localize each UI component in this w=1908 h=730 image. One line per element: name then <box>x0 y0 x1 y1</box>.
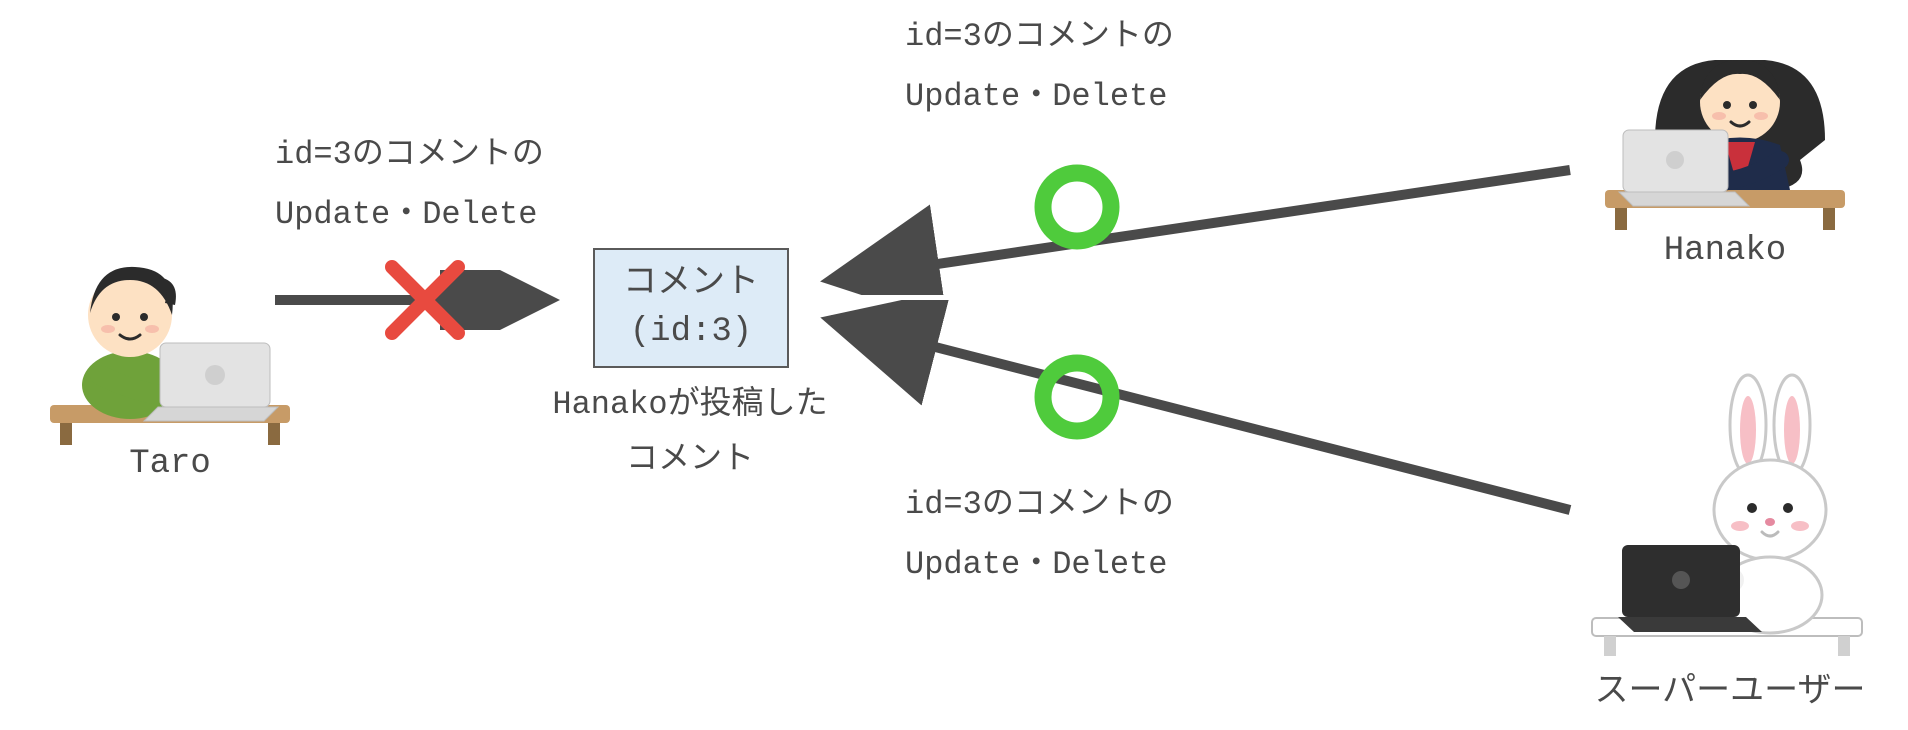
actor-superuser <box>1582 370 1872 660</box>
hanako-action-line2: Update・Delete <box>905 72 1167 122</box>
hanako-action-line1: id=3のコメントの <box>905 12 1174 62</box>
taro-action-line2: Update・Delete <box>275 190 537 240</box>
superuser-illustration <box>1582 370 1872 660</box>
comment-box: コメント (id:3) <box>593 248 789 368</box>
actor-hanako <box>1595 10 1855 230</box>
allow-mark-superuser-icon <box>1030 350 1125 445</box>
superuser-action-line2: Update・Delete <box>905 540 1167 590</box>
hanako-name: Hanako <box>1640 232 1810 270</box>
comment-id: (id:3) <box>623 308 759 356</box>
superuser-action-line1: id=3のコメントの <box>905 480 1174 530</box>
taro-illustration <box>40 225 300 445</box>
diagram-stage: Taro id=3のコメントの Update・Delete コメント (id:3… <box>0 0 1908 730</box>
actor-taro <box>40 225 300 445</box>
arrow-hanako-to-comment <box>810 155 1580 295</box>
superuser-name: スーパーユーザー <box>1565 662 1895 712</box>
deny-mark-icon <box>380 255 470 345</box>
comment-caption-l1: Hanakoが投稿した <box>525 380 855 430</box>
hanako-illustration <box>1595 10 1855 230</box>
taro-name: Taro <box>95 445 245 483</box>
comment-caption-l2: コメント <box>525 435 855 485</box>
comment-title: コメント <box>623 260 759 308</box>
taro-action-line1: id=3のコメントの <box>275 130 544 180</box>
allow-mark-hanako-icon <box>1030 160 1125 255</box>
